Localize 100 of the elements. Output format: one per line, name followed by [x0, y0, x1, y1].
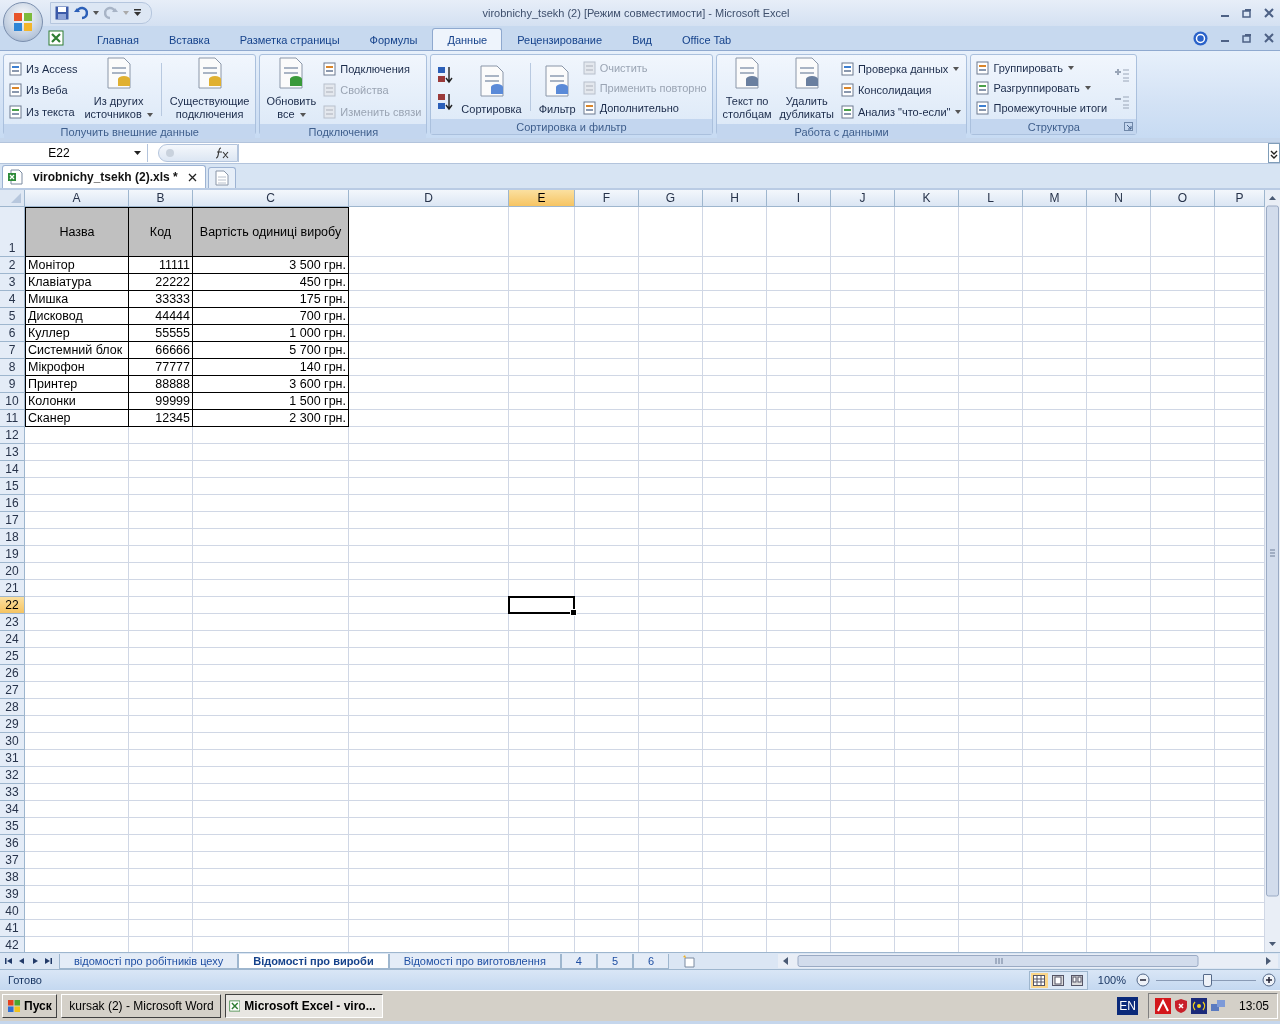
ribbon-tab[interactable]: Вставка — [153, 28, 225, 50]
first-sheet-icon[interactable] — [4, 956, 14, 966]
sort-ascending-icon[interactable] — [437, 65, 454, 84]
row-header[interactable]: 19 — [0, 546, 25, 563]
ribbon-tab[interactable]: Главная — [82, 28, 154, 50]
row-header[interactable]: 39 — [0, 886, 25, 903]
ribbon-tab[interactable]: Office Tab — [667, 28, 747, 50]
horizontal-scrollbar[interactable] — [778, 954, 1278, 968]
ribbon-tab[interactable]: Данные — [432, 28, 503, 50]
row-header[interactable]: 11 — [0, 410, 25, 427]
row-header[interactable]: 24 — [0, 631, 25, 648]
column-header[interactable]: D — [349, 190, 509, 207]
column-header[interactable]: K — [895, 190, 959, 207]
zoom-out-icon[interactable] — [1136, 973, 1150, 987]
column-header[interactable]: H — [703, 190, 767, 207]
row-header[interactable]: 12 — [0, 427, 25, 444]
shield-icon[interactable] — [1173, 998, 1188, 1014]
row-header[interactable]: 40 — [0, 903, 25, 920]
row-header[interactable]: 2 — [0, 257, 25, 274]
row-header[interactable]: 21 — [0, 580, 25, 597]
row-header[interactable]: 30 — [0, 733, 25, 750]
column-header[interactable]: M — [1023, 190, 1087, 207]
column-header[interactable]: C — [193, 190, 349, 207]
row-header[interactable]: 13 — [0, 444, 25, 461]
column-header[interactable]: P — [1215, 190, 1265, 207]
row-header[interactable]: 31 — [0, 750, 25, 767]
row-header[interactable]: 35 — [0, 818, 25, 835]
row-header[interactable]: 32 — [0, 767, 25, 784]
ribbon-button[interactable]: Анализ "что-если" — [838, 102, 964, 123]
close-icon[interactable] — [187, 172, 197, 182]
row-header[interactable]: 36 — [0, 835, 25, 852]
row-header[interactable]: 29 — [0, 716, 25, 733]
zoom-slider-thumb[interactable] — [1203, 973, 1212, 987]
insert-function-icon[interactable] — [215, 147, 229, 159]
ribbon-tab[interactable]: Формулы — [354, 28, 433, 50]
row-header[interactable]: 17 — [0, 512, 25, 529]
row-header[interactable]: 25 — [0, 648, 25, 665]
row-header[interactable]: 3 — [0, 274, 25, 291]
row-header[interactable]: 27 — [0, 682, 25, 699]
column-header[interactable]: O — [1151, 190, 1215, 207]
language-indicator[interactable]: EN — [1117, 997, 1138, 1015]
sort-descending-icon[interactable] — [437, 92, 454, 111]
row-header[interactable]: 37 — [0, 852, 25, 869]
undo-icon[interactable] — [74, 6, 88, 20]
row-header[interactable]: 38 — [0, 869, 25, 886]
column-header[interactable]: J — [831, 190, 895, 207]
ribbon-button[interactable]: Разгруппировать — [974, 78, 1110, 98]
caret-icon[interactable] — [93, 11, 99, 15]
row-header[interactable]: 6 — [0, 325, 25, 342]
row-header[interactable]: 28 — [0, 699, 25, 716]
ribbon-button[interactable]: Удалить дубликаты — [776, 57, 837, 124]
column-header[interactable]: F — [575, 190, 639, 207]
row-header[interactable]: 18 — [0, 529, 25, 546]
selected-cell[interactable] — [508, 596, 575, 614]
ribbon-button[interactable]: Из текста — [7, 102, 80, 123]
row-header[interactable]: 8 — [0, 359, 25, 376]
column-header[interactable]: A — [25, 190, 129, 207]
row-header[interactable]: 10 — [0, 393, 25, 410]
row-header[interactable]: 34 — [0, 801, 25, 818]
row-header[interactable]: 23 — [0, 614, 25, 631]
antivirus-icon[interactable] — [1154, 998, 1171, 1014]
ribbon-button[interactable]: Из Веба — [7, 80, 80, 101]
save-icon[interactable] — [55, 6, 69, 20]
customize-icon[interactable] — [134, 9, 141, 17]
ribbon-button[interactable]: Дополнительно — [580, 98, 709, 118]
column-header[interactable]: I — [767, 190, 831, 207]
ribbon-tab[interactable]: Вид — [617, 28, 668, 50]
sheet-tab[interactable]: Відомості про виготовлення — [388, 953, 561, 969]
ribbon-button[interactable]: Проверка данных — [838, 58, 964, 79]
page-break-button[interactable] — [1068, 972, 1086, 988]
zoom-in-icon[interactable] — [1262, 973, 1276, 987]
ribbon-button[interactable]: Промежуточные итоги — [974, 98, 1110, 118]
document-tab[interactable]: virobnichy_tsekh (2).xls * — [2, 165, 206, 188]
row-header[interactable]: 7 — [0, 342, 25, 359]
ribbon-button[interactable]: Из Access — [7, 58, 80, 79]
zoom-level[interactable]: 100% — [1093, 974, 1130, 986]
start-button[interactable]: Пуск — [2, 994, 57, 1018]
vertical-scrollbar[interactable] — [1265, 190, 1280, 952]
column-header[interactable]: B — [129, 190, 193, 207]
column-header[interactable]: N — [1087, 190, 1151, 207]
row-header[interactable]: 20 — [0, 563, 25, 580]
ribbon-tab[interactable]: Разметка страницы — [224, 28, 355, 50]
row-header[interactable]: 42 — [0, 937, 25, 952]
column-header[interactable]: L — [959, 190, 1023, 207]
ribbon-button[interactable]: Подключения — [321, 58, 424, 79]
name-box[interactable]: E22 — [0, 144, 148, 162]
excel-icon[interactable] — [48, 30, 64, 46]
ribbon-button[interactable]: Консолидация — [838, 80, 964, 101]
formula-handle-icon[interactable] — [165, 148, 175, 158]
help-icon[interactable] — [1193, 30, 1208, 46]
row-header[interactable]: 4 — [0, 291, 25, 308]
ribbon-button[interactable]: Фильтр — [535, 57, 579, 119]
sheet-tab[interactable]: 4 — [560, 953, 597, 969]
ribbon-button[interactable]: Текст по столбцам — [719, 57, 775, 124]
ribbon-button[interactable]: Существующие подключения — [166, 57, 253, 124]
row-header[interactable]: 22 — [0, 597, 25, 614]
expand-icon[interactable] — [1268, 143, 1280, 163]
row-header[interactable]: 15 — [0, 478, 25, 495]
next-sheet-icon[interactable] — [30, 956, 40, 966]
ribbon-tab[interactable]: Рецензирование — [502, 28, 618, 50]
